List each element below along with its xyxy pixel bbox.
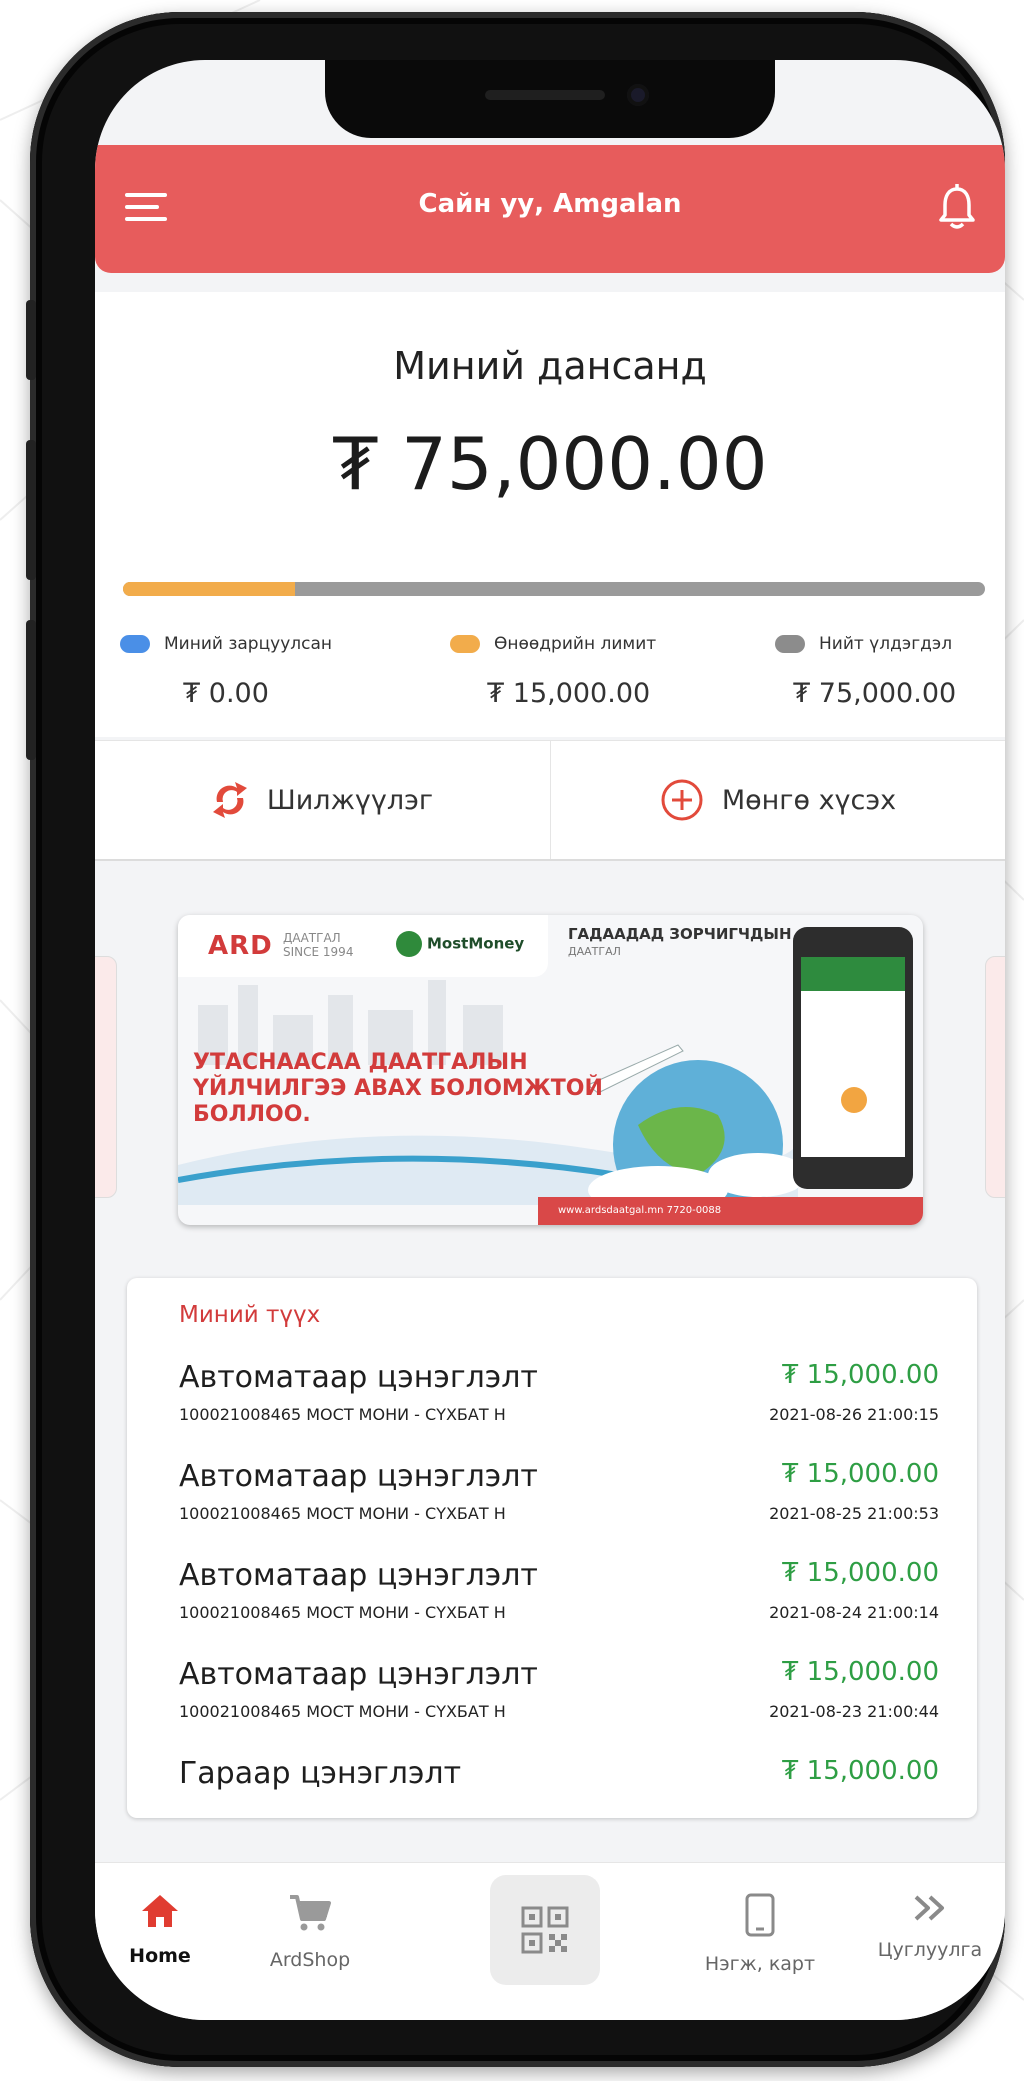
legend-total-balance-label: Нийт үлдэгдэл	[819, 634, 953, 654]
mostmoney-logo: MostMoney	[396, 931, 524, 957]
legend-total-balance-value: ₮ 75,000.00	[793, 678, 957, 709]
balance-card: Миний дансанд ₮ 75,000.00 Миний зарцуулс…	[95, 292, 1005, 737]
greeting-title: Сайн уу, Amgalan	[418, 189, 682, 219]
legend-spent-value: ₮ 0.00	[183, 678, 269, 709]
legend-spent: Миний зарцуулсан	[120, 634, 332, 654]
legend-daily-limit-value: ₮ 15,000.00	[487, 678, 651, 709]
history-row[interactable]: Гараар цэнэглэлт ₮ 15,000.00	[179, 1756, 939, 1806]
history-row-title: Автоматаар цэнэглэлт	[179, 1459, 538, 1494]
banner-title-sub: ДААТГАЛ	[568, 945, 621, 958]
history-row-date: 2021-08-23 21:00:44	[769, 1702, 939, 1721]
transfer-label: Шилжүүлэг	[266, 784, 434, 816]
history-row-description: 100021008465 МОСТ МОНИ - СҮХБАТ Н	[179, 1702, 506, 1721]
history-row-date: 2021-08-26 21:00:15	[769, 1405, 939, 1424]
history-row-title: Автоматаар цэнэглэлт	[179, 1558, 538, 1593]
transfer-icon	[212, 782, 247, 818]
mostmoney-globe-icon	[396, 931, 422, 957]
history-row-description: 100021008465 МОСТ МОНИ - СҮХБАТ Н	[179, 1504, 506, 1523]
banner-footer: www.ardsdaatgal.mn 7720-0088	[538, 1197, 923, 1225]
transfer-button[interactable]: Шилжүүлэг	[95, 741, 549, 859]
speaker	[485, 90, 605, 100]
banner-headline: УТАСНААСАА ДААТГАЛЫН ҮЙЛЧИЛГЭЭ АВАХ БОЛО…	[193, 1050, 603, 1127]
progress-fill	[123, 582, 296, 596]
banner-phone-graphic	[793, 927, 913, 1189]
ard-logo-sub: ДААТГАЛ SINCE 1994	[283, 931, 354, 959]
limit-progress-bar	[123, 582, 985, 596]
request-money-button[interactable]: Мөнгө хүсэх	[550, 741, 1005, 859]
history-title: Миний түүх	[179, 1302, 321, 1328]
nav-home-label: Home	[129, 1945, 191, 1967]
balance-amount: ₮ 75,000.00	[332, 422, 768, 506]
banner-phone-screen	[801, 957, 905, 1157]
phone-notch	[325, 60, 775, 138]
history-row-amount: ₮ 15,000.00	[781, 1459, 939, 1489]
nav-collections[interactable]: Цуглуулга	[855, 1873, 1005, 1961]
legend-dot-blue	[120, 635, 150, 653]
legend-spent-label: Миний зарцуулсан	[164, 634, 333, 654]
legend-daily-limit-label: Өнөөдрийн лимит	[494, 634, 657, 654]
history-row-date: 2021-08-24 21:00:14	[769, 1603, 939, 1622]
history-row[interactable]: Автоматаар цэнэглэлт 100021008465 МОСТ М…	[179, 1459, 939, 1555]
history-row-description: 100021008465 МОСТ МОНИ - СҮХБАТ Н	[179, 1405, 506, 1424]
banner-prev-peek[interactable]	[95, 956, 117, 1198]
history-row-description: 100021008465 МОСТ МОНИ - СҮХБАТ Н	[179, 1603, 506, 1622]
app-screen: Сайн уу, Amgalan Миний дансанд ₮ 75,000.…	[95, 60, 1005, 2020]
bottom-navigation: Home ArdShop Нэгж, карт Цуглуулга	[95, 1862, 1005, 2020]
banner-logo-bar: ARD ДААТГАЛ SINCE 1994 MostMoney	[178, 915, 548, 977]
nav-ardshop-label: ArdShop	[269, 1949, 351, 1971]
cart-icon	[290, 1895, 331, 1931]
history-row-amount: ₮ 15,000.00	[781, 1360, 939, 1390]
camera	[627, 84, 649, 106]
history-row-title: Автоматаар цэнэглэлт	[179, 1657, 538, 1692]
legend-daily-limit: Өнөөдрийн лимит	[450, 634, 656, 654]
nav-collections-label: Цуглуулга	[877, 1939, 983, 1961]
phone-side-button	[26, 300, 36, 380]
phone-volume-down	[26, 620, 36, 760]
double-chevron-right-icon	[914, 1895, 944, 1921]
history-row[interactable]: Автоматаар цэнэглэлт 100021008465 МОСТ М…	[179, 1360, 939, 1456]
plus-circle-icon	[661, 779, 703, 821]
nav-home[interactable]: Home	[95, 1873, 235, 1967]
history-row-amount: ₮ 15,000.00	[781, 1558, 939, 1588]
qr-code-icon	[521, 1906, 569, 1954]
history-row-date: 2021-08-25 21:00:53	[769, 1504, 939, 1523]
home-icon	[142, 1895, 178, 1927]
legend-total-balance: Нийт үлдэгдэл	[775, 634, 952, 654]
balance-label: Миний дансанд	[393, 344, 707, 388]
nav-ardshop[interactable]: ArdShop	[235, 1873, 385, 1971]
bell-icon[interactable]	[937, 183, 977, 231]
qr-scan-button[interactable]	[490, 1875, 600, 1985]
legend-dot-gray	[775, 635, 805, 653]
history-row-amount: ₮ 15,000.00	[781, 1756, 939, 1786]
banner-next-peek[interactable]	[985, 956, 1005, 1198]
ard-logo: ARD	[208, 931, 273, 961]
history-row-amount: ₮ 15,000.00	[781, 1657, 939, 1687]
history-row[interactable]: Автоматаар цэнэглэлт 100021008465 МОСТ М…	[179, 1657, 939, 1753]
history-row-title: Автоматаар цэнэглэлт	[179, 1360, 538, 1395]
phone-icon	[745, 1893, 775, 1937]
banner-title: ГАДААДАД ЗОРЧИГЧДЫН	[568, 925, 792, 943]
legend-dot-orange	[450, 635, 480, 653]
quick-actions: Шилжүүлэг Мөнгө хүсэх	[95, 740, 1005, 861]
transaction-history-card: Миний түүх Автоматаар цэнэглэлт 10002100…	[127, 1278, 977, 1818]
history-row-title: Гараар цэнэглэлт	[179, 1756, 462, 1791]
request-money-label: Мөнгө хүсэх	[721, 784, 897, 816]
nav-cards[interactable]: Нэгж, карт	[685, 1873, 835, 1975]
phone-volume-up	[26, 440, 36, 580]
nav-cards-label: Нэгж, карт	[704, 1953, 816, 1975]
app-header: Сайн уу, Amgalan	[95, 145, 1005, 273]
history-row[interactable]: Автоматаар цэнэглэлт 100021008465 МОСТ М…	[179, 1558, 939, 1654]
promo-banner[interactable]: ARD ДААТГАЛ SINCE 1994 MostMoney ГАДААДАД…	[178, 915, 923, 1225]
